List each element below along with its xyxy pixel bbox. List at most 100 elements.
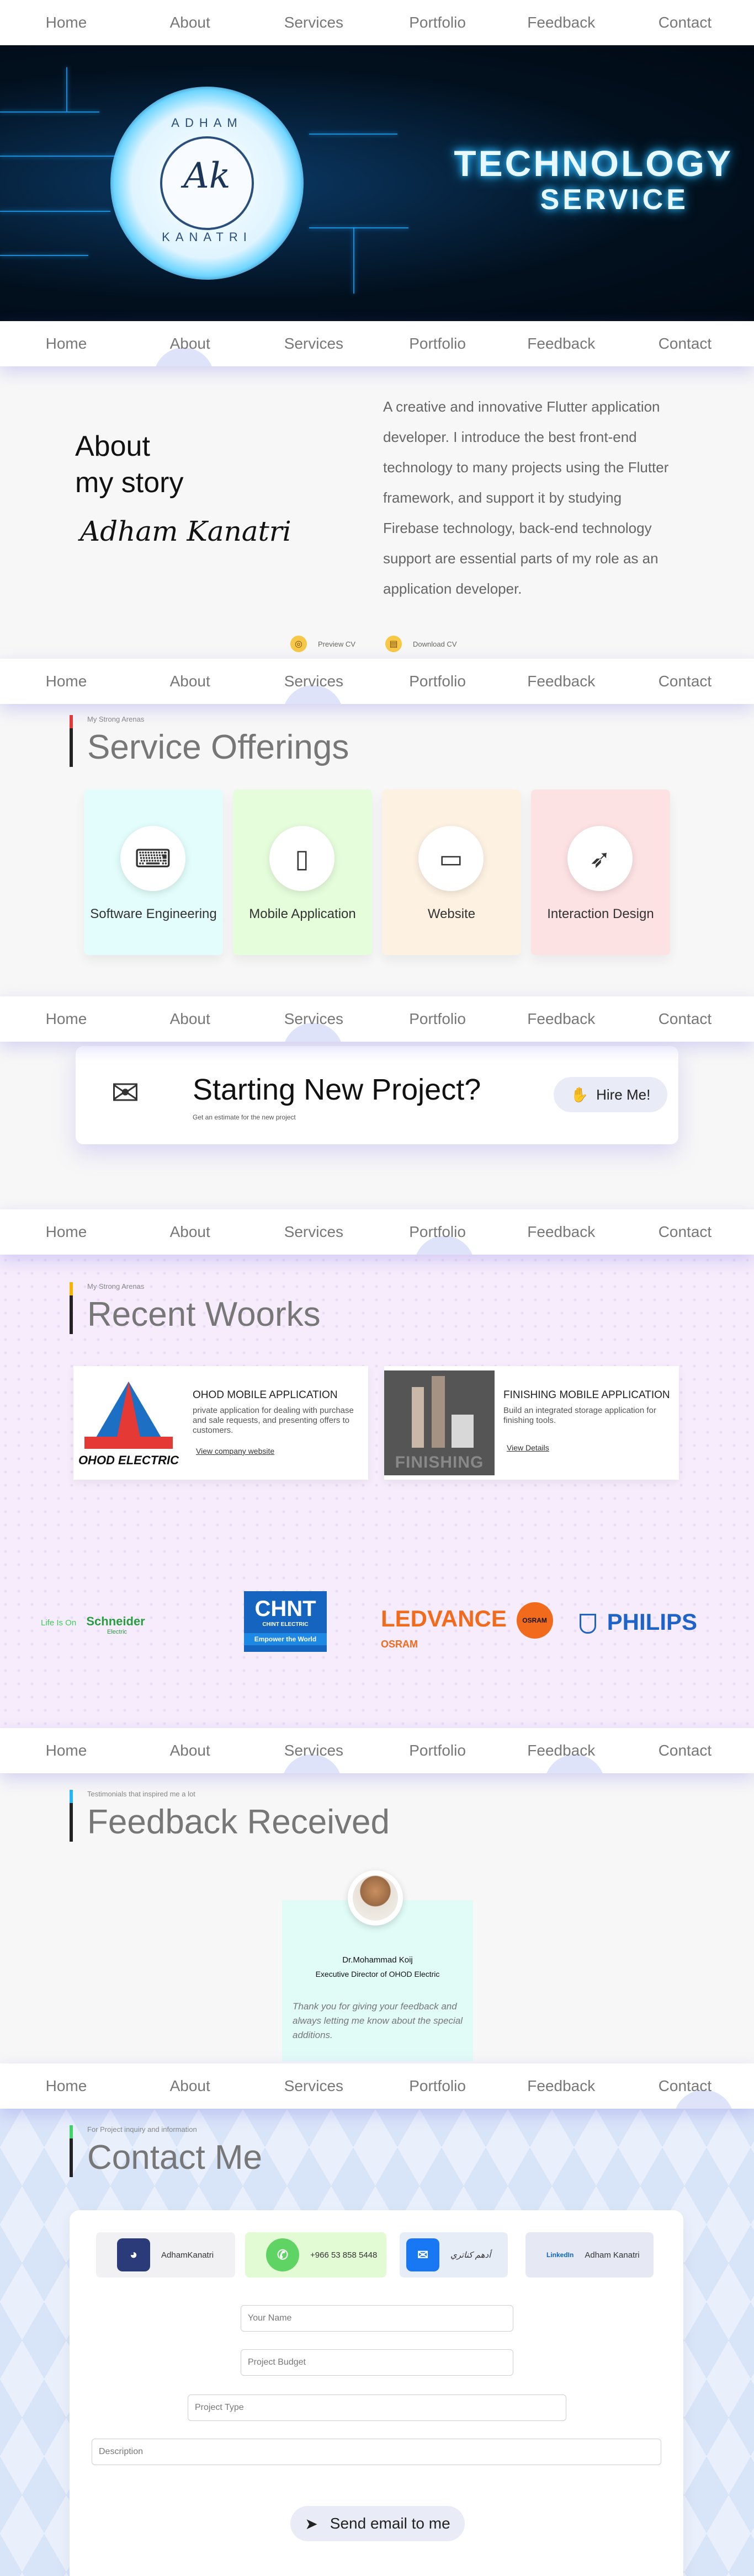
service-card-mobile[interactable]: ▯ Mobile Application xyxy=(233,790,372,955)
testimonial-quote: Thank you for giving your feedback and a… xyxy=(293,2001,463,2040)
nav-portfolio[interactable]: Portfolio xyxy=(399,2077,476,2095)
section-accent xyxy=(70,2125,73,2138)
view-company-website-link[interactable]: View company website xyxy=(196,1447,274,1455)
whatsapp-icon: ✆ xyxy=(266,2238,299,2271)
service-card-interaction[interactable]: ➶ Interaction Design xyxy=(531,790,670,955)
nav-feedback[interactable]: Feedback xyxy=(523,2077,600,2095)
nav-portfolio[interactable]: Portfolio xyxy=(399,1010,476,1028)
download-cv-label: Download CV xyxy=(413,639,457,648)
ledvance-wordmark: LEDVANCE xyxy=(381,1606,507,1632)
service-card-website[interactable]: ▭ Website xyxy=(382,790,521,955)
hero-title-line1: TECHNOLOGY xyxy=(454,143,733,184)
budget-field[interactable] xyxy=(241,2349,513,2376)
preview-cv-label: Preview CV xyxy=(318,639,355,648)
nav-contact[interactable]: Contact xyxy=(646,673,724,690)
nav-about[interactable]: About xyxy=(151,673,229,690)
linkedin-link[interactable]: LinkedIn Adham Kanatri xyxy=(525,2232,654,2278)
service-card-software[interactable]: ⌨ Software Engineering xyxy=(84,790,223,955)
name-field[interactable] xyxy=(241,2305,513,2332)
about-title-line1: About xyxy=(75,430,150,462)
nav-contact[interactable]: Contact xyxy=(646,1223,724,1241)
circuit-line xyxy=(309,134,397,135)
feedback-section: Testimonials that inspired me a lot Feed… xyxy=(0,1773,754,2063)
service-label: Software Engineering xyxy=(90,906,217,921)
hire-me-button[interactable]: ✋ Hire Me! xyxy=(554,1077,667,1112)
about-section: About my story Adham Kanatri A creative … xyxy=(0,366,754,659)
nav-home[interactable]: Home xyxy=(28,1742,105,1759)
services-header: My Strong Arenas Service Offerings xyxy=(70,715,349,767)
nav-feedback[interactable]: Feedback xyxy=(523,14,600,31)
nav-about[interactable]: About xyxy=(151,1742,229,1759)
nav-contact[interactable]: Contact xyxy=(646,1742,724,1759)
nav-feedback[interactable]: Feedback xyxy=(523,673,600,690)
nav-portfolio[interactable]: Portfolio xyxy=(399,335,476,353)
send-email-button[interactable]: ➤ Send email to me xyxy=(290,2506,465,2541)
works-nav: Home About Services Portfolio Feedback C… xyxy=(0,1209,754,1255)
nav-about[interactable]: About xyxy=(151,1010,229,1028)
logo-mark: Ak xyxy=(183,156,231,196)
nav-services[interactable]: Services xyxy=(275,14,352,31)
chint-subtext: CHINT ELECTRIC xyxy=(262,1622,309,1628)
nav-contact[interactable]: Contact xyxy=(646,2077,724,2095)
contact-subtitle: For Project inquiry and information xyxy=(87,2125,197,2134)
contact-card: ◕ AdhamKanatri ✆ +966 53 858 5448 ✉ أدهم… xyxy=(70,2210,683,2576)
contact-title: Contact Me xyxy=(87,2138,263,2177)
download-cv-button[interactable]: ▤ Download CV xyxy=(385,636,457,652)
description-field[interactable] xyxy=(92,2439,661,2465)
messenger-link[interactable]: ✉ أدهم كناتري xyxy=(400,2232,508,2278)
nav-about[interactable]: About xyxy=(151,1223,229,1241)
project-type-field[interactable] xyxy=(188,2394,566,2421)
send-email-label: Send email to me xyxy=(330,2515,450,2532)
avatar xyxy=(348,1870,403,1926)
circuit-line xyxy=(309,227,408,228)
nav-home[interactable]: Home xyxy=(28,673,105,690)
nav-feedback[interactable]: Feedback xyxy=(523,1223,600,1241)
download-icon: ▤ xyxy=(385,636,402,652)
nav-feedback[interactable]: Feedback xyxy=(523,1742,600,1759)
work-description: Build an integrated storage application … xyxy=(503,1406,656,1425)
nav-services[interactable]: Services xyxy=(275,1223,352,1241)
chint-logo: CHNT CHINT ELECTRIC Empower the World xyxy=(244,1591,327,1652)
testimonial-name: Dr.Mohammad Koij xyxy=(342,1955,413,1965)
messenger-label: أدهم كناتري xyxy=(450,2250,491,2260)
nav-portfolio[interactable]: Portfolio xyxy=(399,14,476,31)
signature: Adham Kanatri xyxy=(80,515,291,547)
nav-about[interactable]: About xyxy=(151,2077,229,2095)
schneider-logo: Life Is On Schneider Electric xyxy=(41,1614,145,1635)
messenger-icon: ✉ xyxy=(406,2238,439,2271)
nav-feedback[interactable]: Feedback xyxy=(523,1010,600,1028)
nav-about[interactable]: About xyxy=(151,335,229,353)
nav-services[interactable]: Services xyxy=(275,335,352,353)
nav-contact[interactable]: Contact xyxy=(646,14,724,31)
nav-home[interactable]: Home xyxy=(28,335,105,353)
nav-feedback[interactable]: Feedback xyxy=(523,335,600,353)
contact-section: For Project inquiry and information Cont… xyxy=(0,2109,754,2576)
whatsapp-link[interactable]: ✆ +966 53 858 5448 xyxy=(245,2232,386,2278)
nav-contact[interactable]: Contact xyxy=(646,1010,724,1028)
services-title: Service Offerings xyxy=(87,728,349,766)
nav-home[interactable]: Home xyxy=(28,14,105,31)
nav-portfolio[interactable]: Portfolio xyxy=(399,1223,476,1241)
chint-wordmark: CHNT xyxy=(254,1597,316,1621)
section-accent xyxy=(70,715,73,728)
nav-services[interactable]: Services xyxy=(275,1010,352,1028)
contact-nav: Home About Services Portfolio Feedback C… xyxy=(0,2063,754,2109)
nav-services[interactable]: Services xyxy=(275,1742,352,1759)
nav-portfolio[interactable]: Portfolio xyxy=(399,673,476,690)
nav-about[interactable]: About xyxy=(151,14,229,31)
preview-cv-button[interactable]: ◎ Preview CV xyxy=(290,636,355,652)
nav-home[interactable]: Home xyxy=(28,1010,105,1028)
feedback-nav: Home About Services Portfolio Feedback C… xyxy=(0,1728,754,1773)
ledvance-logo: LEDVANCE OSRAM OSRAM xyxy=(381,1602,553,1650)
work-description: private application for dealing with pur… xyxy=(193,1406,354,1435)
nav-home[interactable]: Home xyxy=(28,1223,105,1241)
github-link[interactable]: ◕ AdhamKanatri xyxy=(96,2232,235,2278)
schneider-tagline: Life Is On xyxy=(41,1618,77,1628)
view-details-link[interactable]: View Details xyxy=(507,1443,549,1452)
nav-services[interactable]: Services xyxy=(275,673,352,690)
nav-home[interactable]: Home xyxy=(28,2077,105,2095)
envelope-icon: ✉ xyxy=(111,1074,140,1112)
nav-services[interactable]: Services xyxy=(275,2077,352,2095)
nav-contact[interactable]: Contact xyxy=(646,335,724,353)
nav-portfolio[interactable]: Portfolio xyxy=(399,1742,476,1759)
